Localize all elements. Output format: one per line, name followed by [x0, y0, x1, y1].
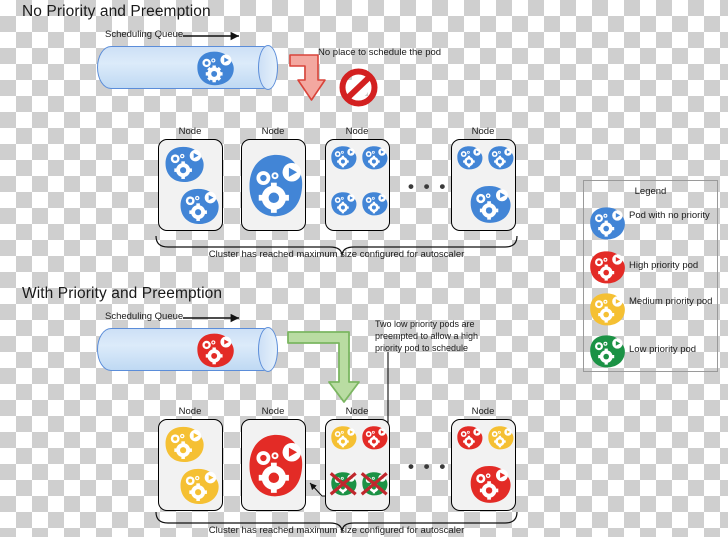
node-box-top-2 — [241, 139, 306, 231]
legend-label-pod-blue: Pod with no priority — [629, 210, 710, 221]
legend-icon-pod-yellow — [587, 291, 627, 327]
pod-blue-top-3-b — [360, 144, 389, 171]
pod-blue-top-2-a — [246, 146, 304, 224]
legend-label-pod-green: Low priority pod — [629, 344, 697, 355]
legend-box: Legend Pod with no priority High priorit… — [583, 180, 718, 372]
diagram-canvas: No Priority and Preemption Scheduling Qu… — [0, 0, 728, 537]
legend-icon-pod-green — [587, 333, 627, 369]
pod-blue-top-1-b — [177, 186, 221, 226]
pod-blue-top-3-d — [360, 190, 389, 217]
node-label-bottom-4: Node — [471, 406, 495, 417]
pod-blue-top-3-a — [329, 144, 358, 171]
node-box-bottom-3 — [325, 419, 390, 511]
annotation-no-place-to-schedule: No place to schedule the pod — [318, 47, 442, 58]
node-label-bottom-2: Node — [261, 406, 285, 417]
cluster-caption-bottom: Cluster has reached maximum size configu… — [208, 525, 465, 536]
node-label-top-1: Node — [178, 126, 202, 137]
scheduling-queue-bottom — [97, 327, 278, 372]
section-title-no-priority: No Priority and Preemption — [22, 3, 211, 20]
pod-yellow-bottom-1-a — [162, 424, 206, 464]
pod-green-preempted-bottom-3-c — [329, 470, 358, 497]
pod-red-bottom-3-b — [360, 424, 389, 451]
scheduling-queue-top — [97, 45, 278, 90]
pod-yellow-bottom-1-b — [177, 466, 221, 506]
cluster-caption-top: Cluster has reached maximum size configu… — [208, 249, 465, 260]
pod-green-preempted-bottom-3-d — [360, 470, 389, 497]
pod-yellow-bottom-4-b — [486, 424, 515, 451]
ellipsis-top: • • • — [408, 177, 448, 196]
node-label-top-4: Node — [471, 126, 495, 137]
node-box-bottom-1 — [158, 419, 223, 511]
ellipsis-bottom: • • • — [408, 457, 448, 476]
node-label-top-2: Node — [261, 126, 285, 137]
pod-blue-top-4-b — [486, 144, 515, 171]
section-title-with-priority: With Priority and Preemption — [22, 285, 223, 302]
pod-blue-top-4-c — [467, 182, 513, 226]
pod-blue-top-3-c — [329, 190, 358, 217]
pod-blue-queue-top — [194, 49, 236, 87]
node-label-bottom-3: Node — [345, 406, 369, 417]
node-label-top-3: Node — [345, 126, 369, 137]
scheduling-queue-label-bottom: Scheduling Queue — [105, 311, 184, 322]
legend-icon-pod-red — [587, 249, 627, 285]
pod-red-queue-bottom — [194, 331, 236, 369]
annotation-preemption: Two low priority pods are preempted to a… — [375, 319, 479, 353]
scheduling-queue-label-top: Scheduling Queue — [105, 29, 184, 40]
node-label-bottom-1: Node — [178, 406, 202, 417]
node-box-top-1 — [158, 139, 223, 231]
pod-yellow-bottom-3-a — [329, 424, 358, 451]
pod-red-bottom-4-c — [467, 462, 513, 506]
legend-icon-pod-blue — [587, 205, 627, 241]
legend-label-pod-yellow: Medium priority pod — [629, 296, 713, 307]
legend-title: Legend — [634, 186, 667, 197]
node-box-top-4 — [451, 139, 516, 231]
node-box-top-3 — [325, 139, 390, 231]
legend-label-pod-red: High priority pod — [629, 260, 699, 271]
pod-red-bottom-2-a — [246, 426, 304, 504]
node-box-bottom-2 — [241, 419, 306, 511]
node-box-bottom-4 — [451, 419, 516, 511]
pod-blue-top-1-a — [162, 144, 206, 184]
pod-red-bottom-4-a — [455, 424, 484, 451]
pod-blue-top-4-a — [455, 144, 484, 171]
